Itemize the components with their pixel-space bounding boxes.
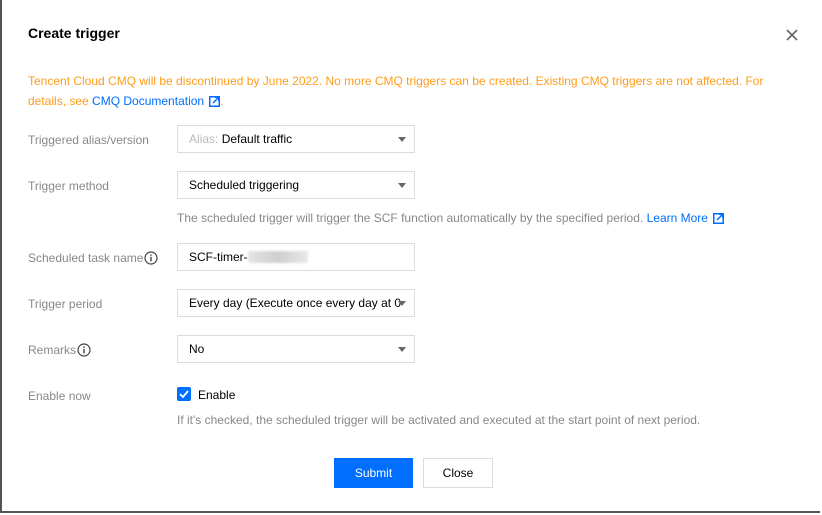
close-icon[interactable]: [784, 27, 800, 43]
alias-prefix: Alias:: [189, 132, 219, 146]
close-icon-svg: [786, 29, 798, 41]
task-name-value: SCF-timer-: [189, 250, 248, 264]
remarks-select[interactable]: No: [177, 335, 415, 363]
remarks-value: No: [189, 342, 205, 356]
trigger-period-value: Every day (Execute once every day at 0(: [189, 296, 401, 310]
alias-version-label: Triggered alias/version: [28, 133, 149, 147]
trigger-period-label: Trigger period: [28, 297, 103, 311]
chevron-down-icon: [398, 183, 406, 188]
enable-now-hint: If it's checked, the scheduled trigger w…: [177, 413, 701, 427]
external-link-icon[interactable]: [209, 93, 221, 113]
redacted-suffix: [247, 251, 308, 263]
learn-more-link[interactable]: Learn More: [647, 211, 708, 225]
notice-tail: .: [220, 94, 224, 108]
info-icon[interactable]: [144, 251, 159, 268]
cmq-notice: Tencent Cloud CMQ will be discontinued b…: [28, 71, 803, 113]
check-icon: [179, 390, 189, 399]
task-name-input[interactable]: SCF-timer-: [177, 243, 415, 271]
task-name-label: Scheduled task name: [28, 251, 159, 268]
dialog-title: Create trigger: [28, 25, 120, 41]
chevron-down-icon: [398, 137, 406, 142]
trigger-method-hint: The scheduled trigger will trigger the S…: [177, 211, 724, 227]
submit-button[interactable]: Submit: [334, 458, 413, 488]
chevron-down-icon: [398, 347, 406, 352]
trigger-method-value: Scheduled triggering: [189, 178, 300, 192]
trigger-method-label: Trigger method: [28, 179, 109, 193]
close-button[interactable]: Close: [423, 458, 493, 488]
alias-version-select[interactable]: Alias: Default traffic: [177, 125, 415, 153]
trigger-method-select[interactable]: Scheduled triggering: [177, 171, 415, 199]
alias-value: Default traffic: [221, 132, 293, 146]
external-link-icon[interactable]: [712, 213, 724, 227]
remarks-label-text: Remarks: [28, 343, 77, 357]
task-name-label-text: Scheduled task name: [28, 251, 144, 265]
trigger-period-select[interactable]: Every day (Execute once every day at 0(: [177, 289, 415, 317]
create-trigger-dialog: Create trigger Tencent Cloud CMQ will be…: [0, 0, 820, 513]
trigger-method-hint-text: The scheduled trigger will trigger the S…: [177, 211, 644, 225]
cmq-documentation-link[interactable]: CMQ Documentation: [92, 94, 204, 108]
chevron-down-icon: [398, 301, 406, 306]
enable-now-label: Enable now: [28, 389, 91, 403]
info-icon[interactable]: [77, 343, 91, 360]
enable-checkbox-label[interactable]: Enable: [198, 388, 235, 402]
enable-checkbox[interactable]: [177, 387, 191, 401]
remarks-label: Remarks: [28, 343, 91, 360]
